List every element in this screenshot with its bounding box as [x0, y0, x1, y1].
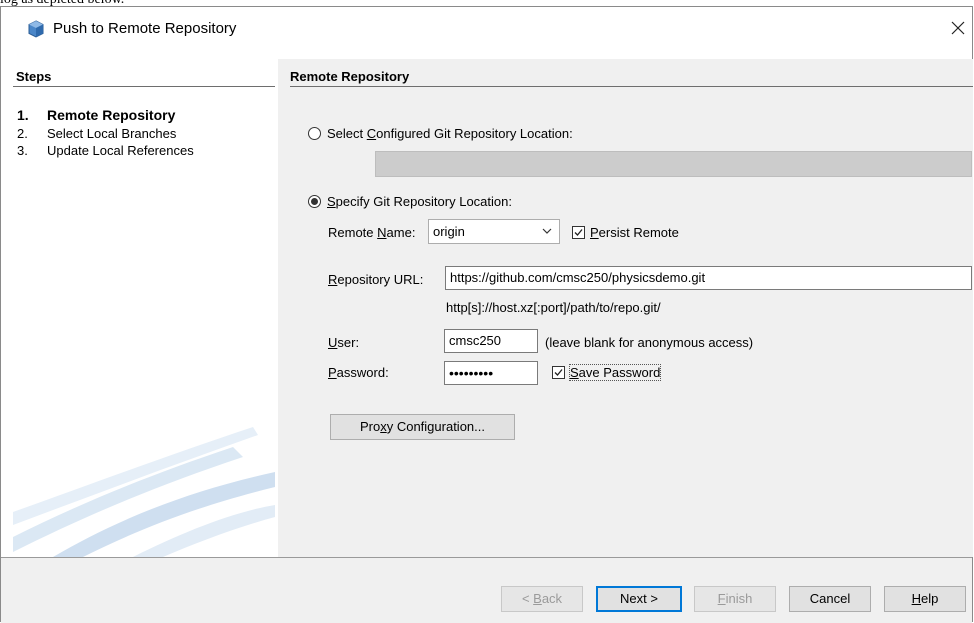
window-title: Push to Remote Repository: [53, 20, 237, 37]
password-label: Password:: [328, 365, 389, 380]
configured-location-label: Select Configured Git Repository Locatio…: [327, 126, 573, 141]
cancel-button[interactable]: Cancel: [789, 586, 871, 612]
save-password-checkbox[interactable]: Save Password: [552, 364, 662, 381]
persist-remote-label: Persist Remote: [590, 225, 679, 240]
checkbox-checked[interactable]: [572, 226, 585, 239]
steps-heading: Steps: [13, 59, 275, 87]
repository-url-hint: http[s]://host.xz[:port]/path/to/repo.gi…: [446, 300, 661, 315]
step-label: Update Local References: [47, 143, 194, 158]
button-bar: < Back Next > Finish Cancel Help: [1, 557, 972, 623]
radio-button-checked[interactable]: [308, 195, 321, 208]
step-label: Remote Repository: [47, 107, 176, 123]
step-item-remote-repository: 1. Remote Repository: [17, 107, 175, 123]
specify-location-radio[interactable]: Specify Git Repository Location:: [308, 194, 512, 209]
main-panel: Remote Repository Select Configured Git …: [278, 59, 973, 557]
step-item-update-local-references: 3. Update Local References: [17, 143, 194, 158]
close-icon: [951, 21, 965, 35]
push-dialog: Push to Remote Repository Steps 1. Remote…: [0, 6, 973, 623]
specify-location-label: Specify Git Repository Location:: [327, 194, 512, 209]
wizard-decoration-graphic: [13, 427, 275, 557]
check-icon: [554, 369, 563, 376]
repository-cube-icon: [28, 20, 44, 38]
user-hint: (leave blank for anonymous access): [545, 335, 754, 350]
configured-location-field: [375, 151, 972, 177]
step-number: 3.: [17, 143, 28, 158]
user-label: User:: [328, 335, 360, 350]
checkbox-checked[interactable]: [552, 366, 565, 379]
persist-remote-checkbox[interactable]: Persist Remote: [572, 225, 679, 240]
save-password-label: Save Password: [568, 364, 662, 381]
step-label: Select Local Branches: [47, 126, 177, 141]
remote-name-label: Remote Name:: [328, 225, 416, 240]
finish-button[interactable]: Finish: [694, 586, 776, 612]
step-item-select-local-branches: 2. Select Local Branches: [17, 126, 176, 141]
radio-button-unchecked[interactable]: [308, 127, 321, 140]
password-input[interactable]: •••••••••: [444, 361, 538, 385]
step-number: 1.: [17, 107, 29, 123]
check-icon: [574, 229, 583, 236]
repository-url-label: Repository URL:: [328, 272, 424, 287]
main-heading: Remote Repository: [290, 59, 973, 87]
title-bar: Push to Remote Repository: [1, 7, 972, 49]
remote-name-combo[interactable]: origin: [428, 219, 560, 244]
proxy-configuration-button[interactable]: Proxy Configuration...: [330, 414, 515, 440]
configured-location-radio[interactable]: Select Configured Git Repository Locatio…: [308, 126, 573, 141]
next-button[interactable]: Next >: [596, 586, 682, 612]
user-input[interactable]: cmsc250: [444, 329, 538, 353]
back-button[interactable]: < Back: [501, 586, 583, 612]
repository-url-input[interactable]: https://github.com/cmsc250/physicsdemo.g…: [445, 266, 972, 290]
close-button[interactable]: [946, 15, 970, 41]
help-button[interactable]: Help: [884, 586, 966, 612]
step-number: 2.: [17, 126, 28, 141]
steps-panel: Steps 1. Remote Repository 2. Select Local…: [13, 59, 275, 557]
remote-name-value: origin: [433, 224, 465, 239]
chevron-down-icon[interactable]: [541, 225, 553, 237]
